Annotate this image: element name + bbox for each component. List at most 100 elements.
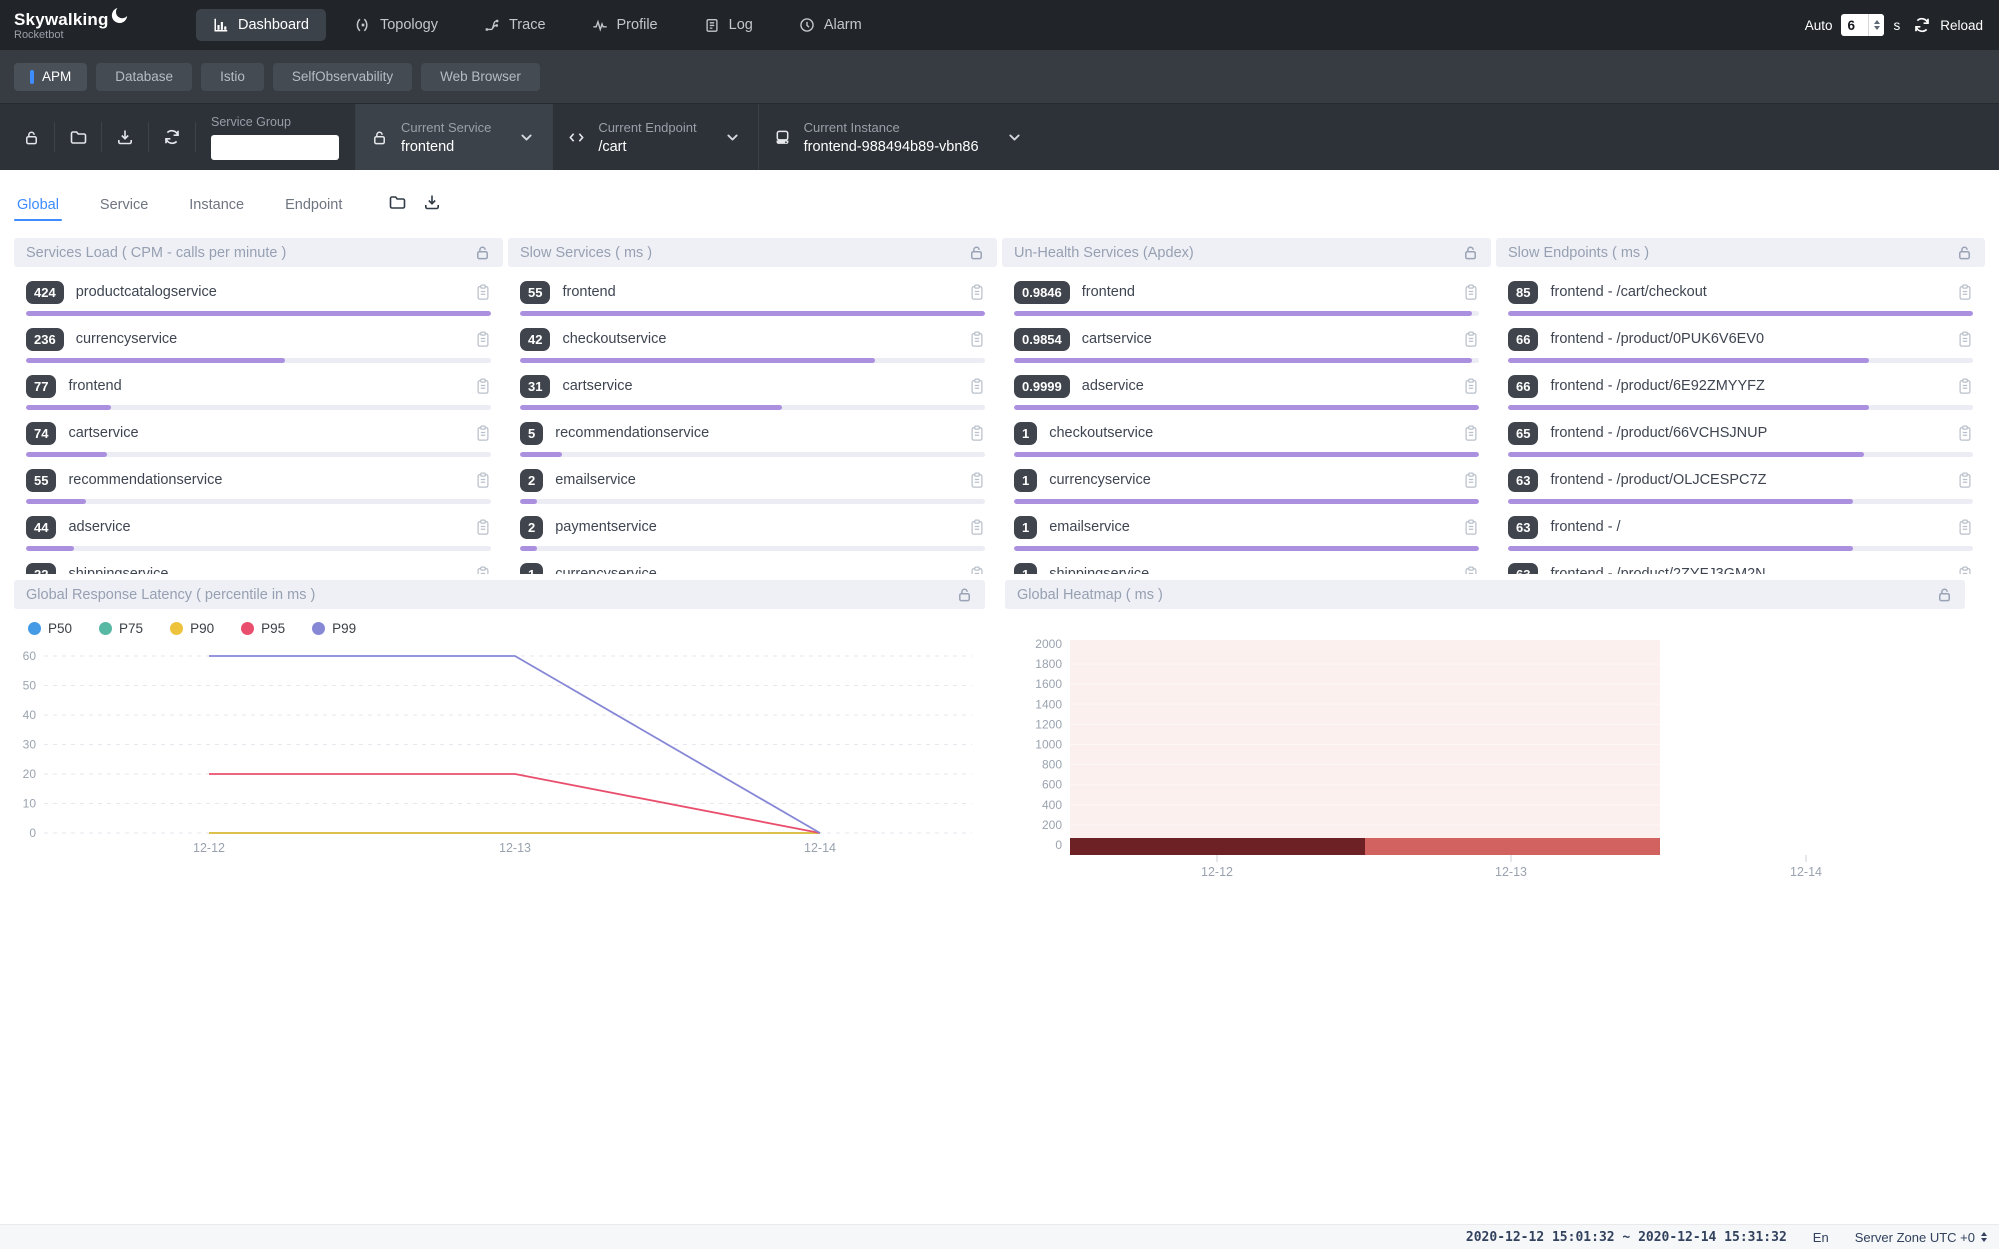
time-range-picker[interactable]: 2020-12-12 15:01:32 ~ 2020-12-14 15:31:3… [1466, 1230, 1787, 1245]
clipboard-icon[interactable] [1957, 518, 1973, 536]
clipboard-icon[interactable] [1957, 283, 1973, 301]
clipboard-icon[interactable] [1463, 518, 1479, 536]
group-tab-database[interactable]: Database [96, 63, 192, 91]
clipboard-icon[interactable] [475, 471, 491, 489]
toolbar-folder-icon[interactable] [55, 122, 102, 152]
clipboard-icon[interactable] [1463, 283, 1479, 301]
service-name[interactable]: frontend - /product/66VCHSJNUP [1550, 425, 1767, 441]
auto-interval-stepper[interactable] [1868, 14, 1884, 36]
clipboard-icon[interactable] [1463, 424, 1479, 442]
clipboard-icon[interactable] [475, 330, 491, 348]
auto-interval-input[interactable]: 6 [1841, 14, 1884, 36]
clipboard-icon[interactable] [475, 565, 491, 574]
lock-icon[interactable] [1956, 244, 1973, 261]
nav-item-dashboard[interactable]: Dashboard [196, 9, 326, 41]
service-name[interactable]: currencyservice [1049, 472, 1151, 488]
nav-item-trace[interactable]: Trace [467, 9, 563, 41]
clipboard-icon[interactable] [475, 377, 491, 395]
selector-current-endpoint[interactable]: Current Endpoint/cart [552, 104, 757, 170]
legend-item-p75[interactable]: P75 [99, 621, 143, 636]
service-name[interactable]: frontend [1082, 284, 1135, 300]
service-name[interactable]: currencyservice [555, 566, 657, 574]
tab-endpoint[interactable]: Endpoint [282, 181, 345, 224]
clipboard-icon[interactable] [1463, 330, 1479, 348]
service-name[interactable]: frontend - /product/6E92ZMYYFZ [1550, 378, 1764, 394]
folder-icon[interactable] [388, 193, 406, 211]
lock-icon[interactable] [1462, 244, 1479, 261]
legend-item-p95[interactable]: P95 [241, 621, 285, 636]
nav-item-profile[interactable]: Profile [575, 9, 675, 41]
service-name[interactable]: frontend - / [1550, 519, 1620, 535]
clipboard-icon[interactable] [969, 424, 985, 442]
server-zone-stepper[interactable] [1981, 1232, 1987, 1242]
service-name[interactable]: shippingservice [68, 566, 168, 574]
service-name[interactable]: recommendationservice [555, 425, 709, 441]
clipboard-icon[interactable] [1463, 471, 1479, 489]
clipboard-icon[interactable] [1957, 330, 1973, 348]
tab-service[interactable]: Service [97, 181, 151, 224]
clipboard-icon[interactable] [969, 377, 985, 395]
lock-icon[interactable] [1936, 586, 1953, 603]
lock-icon[interactable] [968, 244, 985, 261]
tab-global[interactable]: Global [14, 181, 62, 224]
reload-icon[interactable] [1913, 16, 1931, 34]
lock-icon[interactable] [956, 586, 973, 603]
clipboard-icon[interactable] [1957, 424, 1973, 442]
service-name[interactable]: productcatalogservice [76, 284, 217, 300]
group-tab-apm[interactable]: APM [14, 63, 87, 91]
skywalking-logo[interactable]: Skywalking Rocketbot [14, 10, 160, 41]
nav-item-alarm[interactable]: Alarm [782, 9, 879, 41]
service-group-input[interactable] [211, 135, 339, 160]
clipboard-icon[interactable] [1957, 471, 1973, 489]
clipboard-icon[interactable] [969, 518, 985, 536]
download-icon[interactable] [423, 193, 441, 211]
service-name[interactable]: adservice [1082, 378, 1144, 394]
clipboard-icon[interactable] [1957, 565, 1973, 574]
service-name[interactable]: checkoutservice [562, 331, 666, 347]
clipboard-icon[interactable] [969, 283, 985, 301]
service-name[interactable]: paymentservice [555, 519, 657, 535]
legend-item-p90[interactable]: P90 [170, 621, 214, 636]
legend-item-p50[interactable]: P50 [28, 621, 72, 636]
service-name[interactable]: shippingservice [1049, 566, 1149, 574]
clipboard-icon[interactable] [969, 471, 985, 489]
service-name[interactable]: frontend - /product/2ZYFJ3GM2N [1550, 566, 1765, 574]
clipboard-icon[interactable] [475, 518, 491, 536]
service-name[interactable]: emailservice [1049, 519, 1130, 535]
clipboard-icon[interactable] [969, 565, 985, 574]
nav-item-log[interactable]: Log [687, 9, 770, 41]
clipboard-icon[interactable] [1463, 377, 1479, 395]
service-name[interactable]: frontend [68, 378, 121, 394]
service-name[interactable]: adservice [68, 519, 130, 535]
selector-current-service[interactable]: Current Servicefrontend [355, 104, 552, 170]
clipboard-icon[interactable] [969, 330, 985, 348]
group-tab-selfobservability[interactable]: SelfObservability [273, 63, 412, 91]
nav-item-topology[interactable]: Topology [338, 9, 455, 41]
service-name[interactable]: frontend - /product/0PUK6V6EV0 [1550, 331, 1764, 347]
toolbar-download-icon[interactable] [102, 122, 149, 152]
service-name[interactable]: recommendationservice [68, 472, 222, 488]
tab-instance[interactable]: Instance [186, 181, 247, 224]
clipboard-icon[interactable] [475, 424, 491, 442]
selector-current-instance[interactable]: Current Instancefrontend-988494b89-vbn86 [758, 104, 1040, 170]
reload-button[interactable]: Reload [1940, 18, 1983, 33]
service-name[interactable]: frontend - /cart/checkout [1550, 284, 1706, 300]
service-name[interactable]: emailservice [555, 472, 636, 488]
group-tab-istio[interactable]: Istio [201, 63, 264, 91]
language-selector[interactable]: En [1813, 1230, 1829, 1245]
toolbar-refresh-icon[interactable] [149, 122, 196, 152]
service-name[interactable]: currencyservice [76, 331, 178, 347]
legend-item-p99[interactable]: P99 [312, 621, 356, 636]
service-name[interactable]: cartservice [68, 425, 138, 441]
service-name[interactable]: frontend [562, 284, 615, 300]
group-tab-web-browser[interactable]: Web Browser [421, 63, 540, 91]
clipboard-icon[interactable] [1957, 377, 1973, 395]
service-name[interactable]: cartservice [1082, 331, 1152, 347]
service-name[interactable]: cartservice [562, 378, 632, 394]
lock-icon[interactable] [474, 244, 491, 261]
toolbar-lock-icon[interactable] [8, 122, 55, 152]
service-name[interactable]: checkoutservice [1049, 425, 1153, 441]
clipboard-icon[interactable] [475, 283, 491, 301]
clipboard-icon[interactable] [1463, 565, 1479, 574]
service-name[interactable]: frontend - /product/OLJCESPC7Z [1550, 472, 1766, 488]
